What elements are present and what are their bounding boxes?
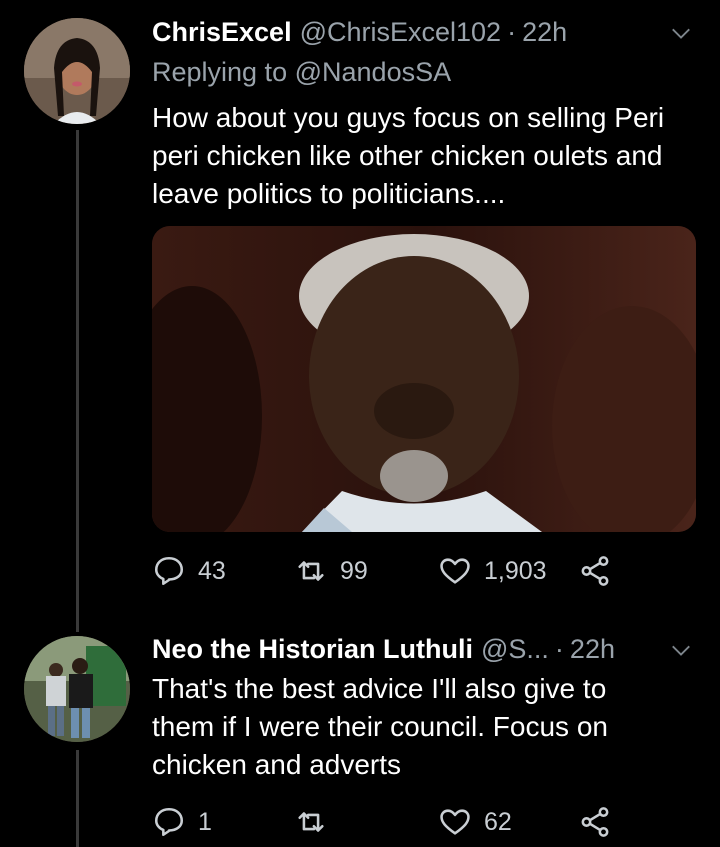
- reply-button[interactable]: 1: [152, 800, 212, 844]
- avatar-neo-luthuli[interactable]: [24, 636, 130, 742]
- chevron-down-icon[interactable]: [670, 639, 692, 661]
- replying-to-label: Replying to: [152, 57, 288, 87]
- user-handle[interactable]: @S...: [481, 629, 549, 669]
- tweet-image[interactable]: [152, 226, 696, 532]
- retweet-count: 99: [340, 557, 368, 585]
- retweet-button[interactable]: 99: [294, 549, 368, 593]
- separator-dot: ·: [554, 634, 564, 664]
- like-button[interactable]: 1,903: [438, 549, 547, 593]
- like-button[interactable]: 62: [438, 800, 512, 844]
- retweet-icon: [298, 561, 324, 581]
- avatar-chrisexcel[interactable]: [24, 18, 130, 124]
- chevron-down-icon[interactable]: [670, 22, 692, 44]
- share-icon: [581, 556, 609, 586]
- share-button[interactable]: [578, 800, 624, 844]
- display-name[interactable]: ChrisExcel: [152, 12, 292, 52]
- reply-icon: [154, 556, 184, 586]
- retweet-button[interactable]: [294, 800, 340, 844]
- timestamp[interactable]: 22h: [570, 629, 615, 669]
- reply-mention-link[interactable]: @NandosSA: [295, 57, 452, 87]
- share-icon: [581, 807, 609, 837]
- tweet-actions: 43 99 1,903: [152, 549, 622, 593]
- heart-icon: [440, 558, 470, 584]
- display-name[interactable]: Neo the Historian Luthuli: [152, 629, 473, 669]
- thread-line: [76, 130, 79, 600]
- like-count: 1,903: [484, 557, 547, 585]
- reply-button[interactable]: 43: [152, 549, 226, 593]
- heart-icon: [440, 809, 470, 835]
- like-count: 62: [484, 808, 512, 836]
- reply-count: 43: [198, 557, 226, 585]
- share-button[interactable]: [578, 549, 624, 593]
- user-handle[interactable]: @ChrisExcel102: [300, 12, 502, 52]
- separator-dot: ·: [507, 17, 517, 47]
- tweet-header: ChrisExcel @ChrisExcel102 · 22h: [152, 12, 698, 52]
- tweet-neo-luthuli[interactable]: Neo the Historian Luthuli @S... · 22h Th…: [0, 600, 720, 847]
- tweet-text: How about you guys focus on selling Peri…: [152, 102, 665, 209]
- reply-icon: [154, 807, 184, 837]
- timestamp[interactable]: 22h: [522, 12, 567, 52]
- tweet-header: Neo the Historian Luthuli @S... · 22h: [152, 629, 642, 669]
- tweet-chrisexcel[interactable]: ChrisExcel @ChrisExcel102 · 22h Replying…: [0, 0, 720, 600]
- thread-line: [76, 750, 79, 847]
- thread-line: [76, 600, 79, 632]
- retweet-icon: [298, 812, 324, 832]
- reply-count: 1: [198, 808, 212, 836]
- replying-to: Replying to @NandosSA: [152, 54, 451, 90]
- tweet-actions: 1 62: [152, 800, 622, 844]
- tweet-text: That's the best advice I'll also give to…: [152, 673, 608, 780]
